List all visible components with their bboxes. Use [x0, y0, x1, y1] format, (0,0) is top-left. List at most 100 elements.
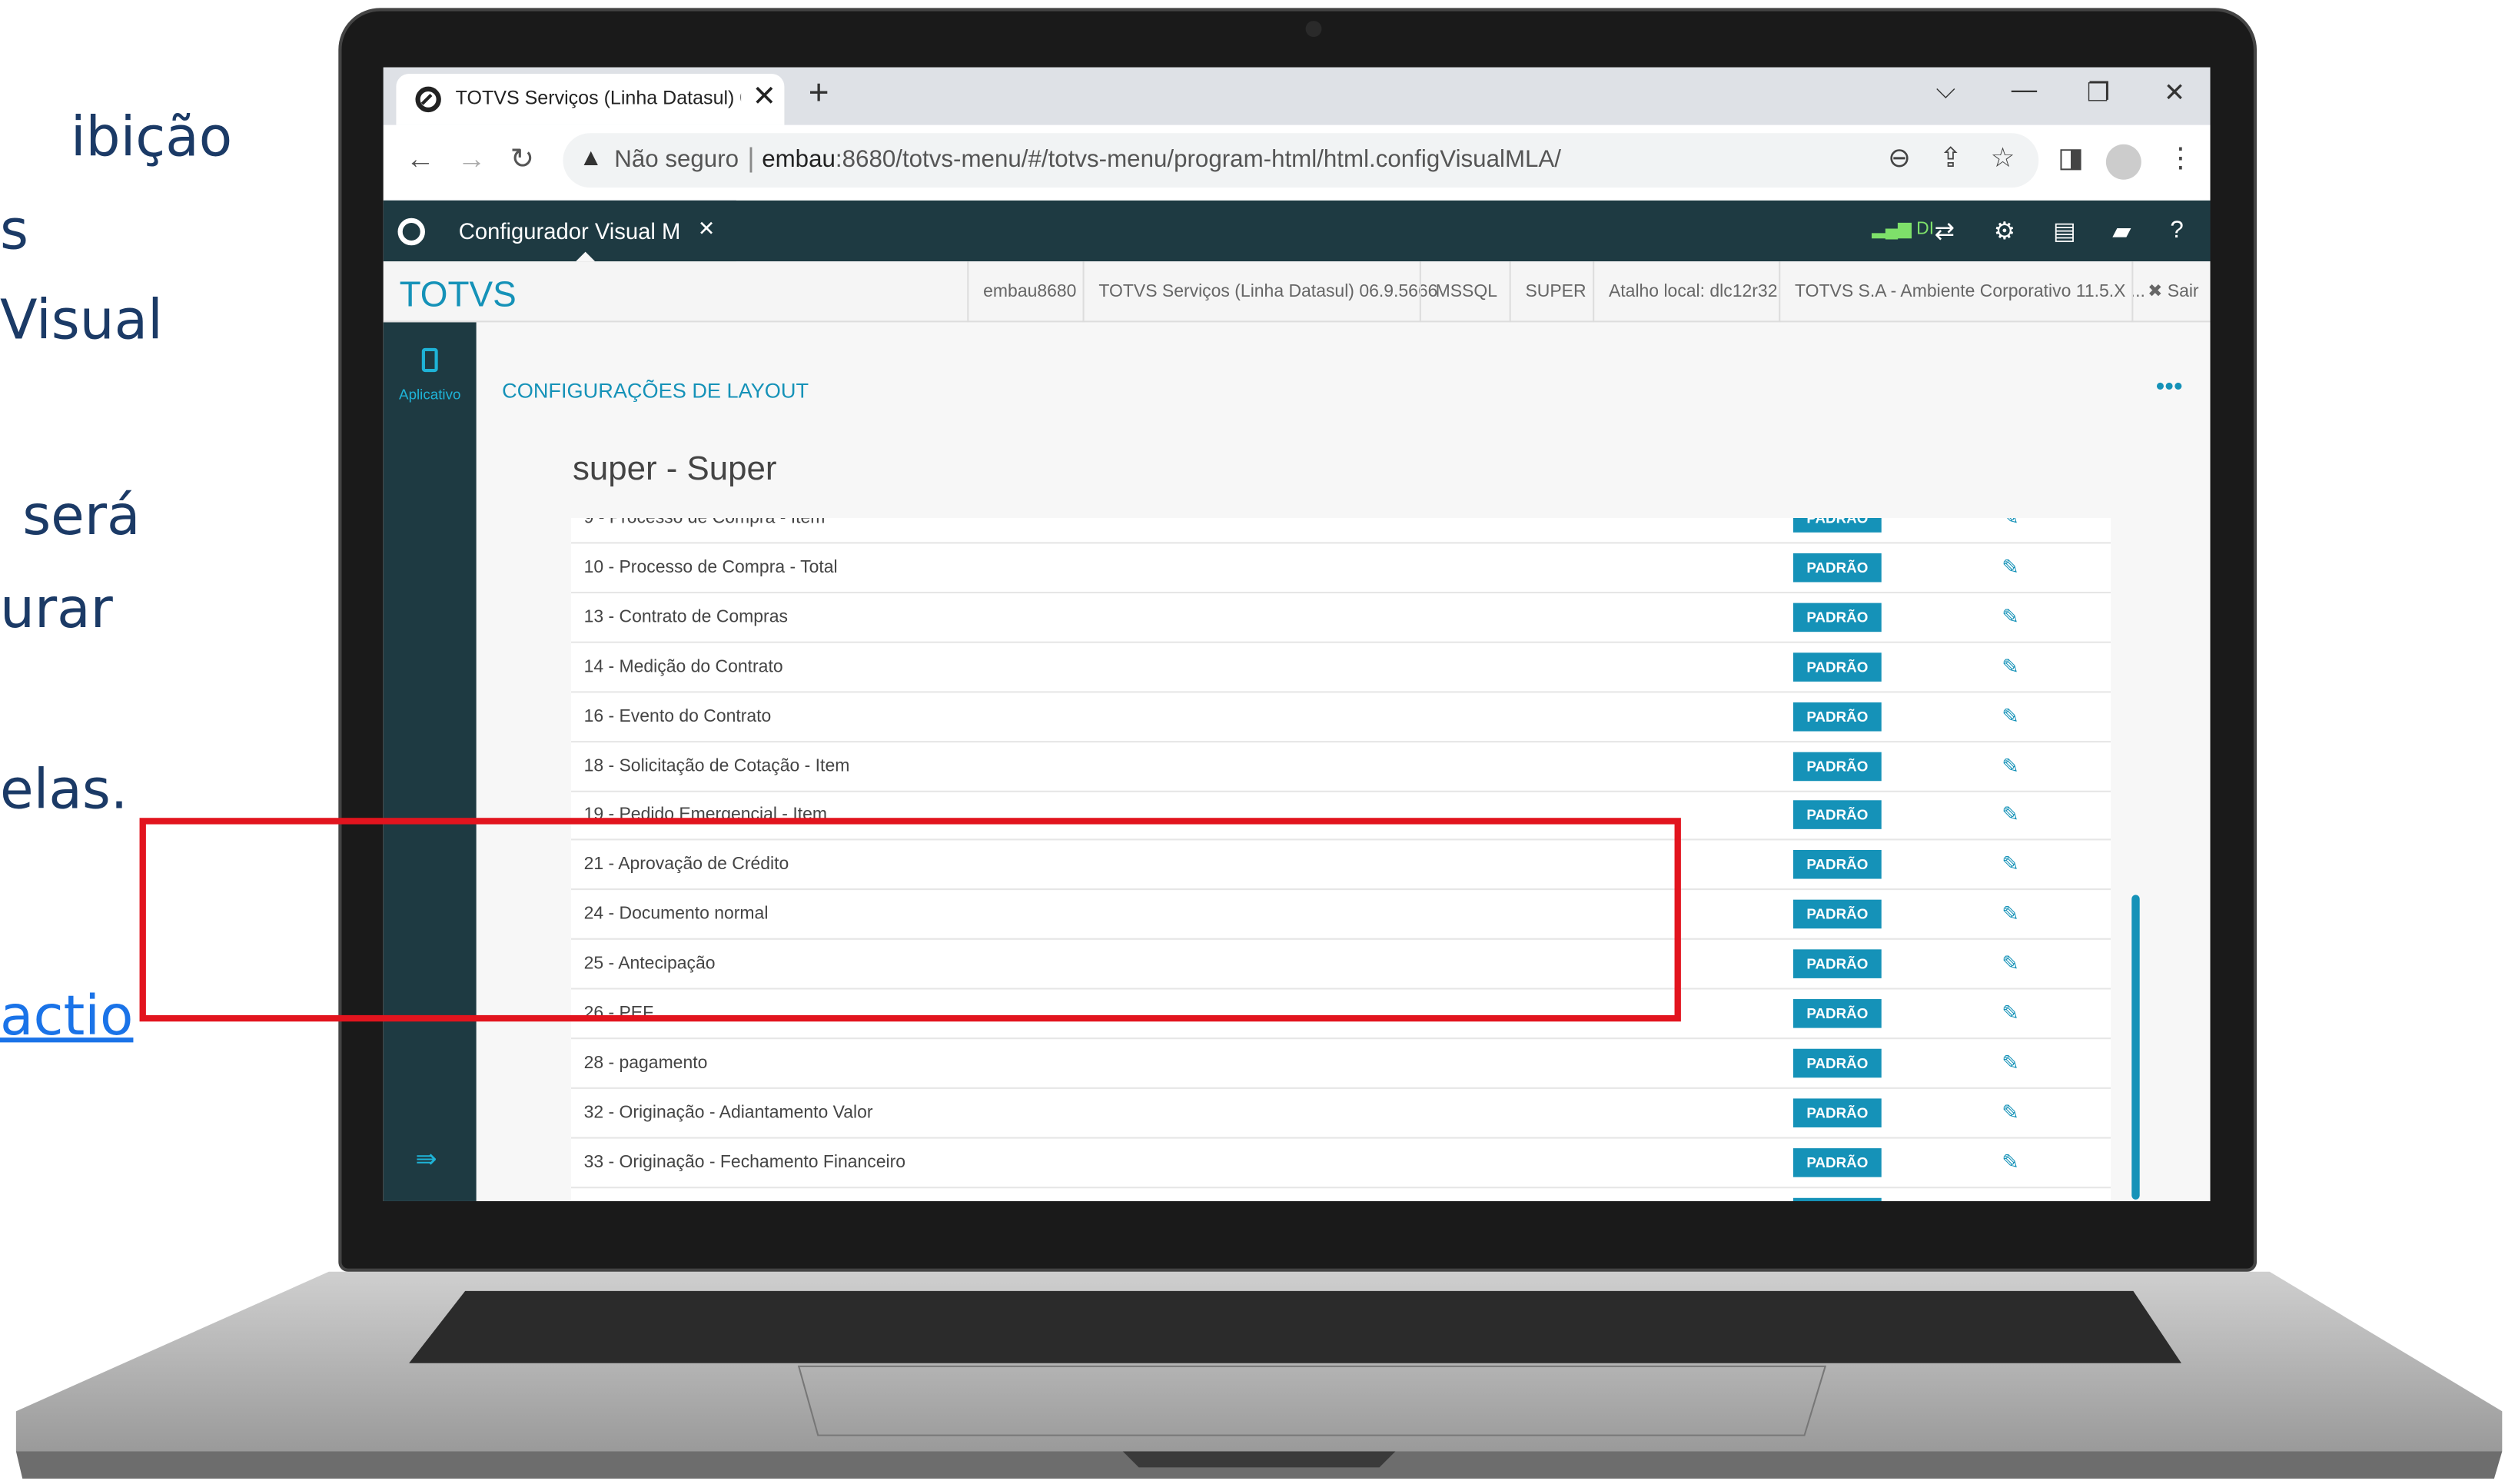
tab-caret	[576, 251, 596, 262]
forward-button[interactable]: →	[457, 143, 487, 177]
info-shortcut: Atalho local: dlc12r32	[1593, 261, 1792, 323]
mobile-app-icon[interactable]	[421, 347, 438, 373]
status-badge: PADRÃO	[1792, 702, 1882, 731]
url-input[interactable]: ▲ Não seguro | embau:8680/totvs-menu/#/t…	[563, 133, 2039, 188]
scrollbar[interactable]	[2131, 895, 2140, 1200]
expand-menu-icon[interactable]: ⇛	[415, 1144, 437, 1176]
signal-label: DI	[1916, 219, 1935, 239]
row-label: 33 - Originação - Fechamento Financeiro	[583, 1152, 906, 1172]
profile-avatar[interactable]	[2105, 144, 2141, 180]
table-row: 28 - pagamento PADRÃO ✎	[570, 1039, 2111, 1089]
signal-bars-icon: ▂▄▆	[1872, 219, 1912, 239]
edit-pencil-icon[interactable]: ✎	[2002, 951, 2019, 977]
info-product: TOTVS Serviços (Linha Datasul) 06.9.5666	[1082, 261, 1453, 323]
table-row: 18 - Solicitação de Cotação - Item PADRÃO…	[570, 742, 2111, 792]
security-label: Não seguro	[614, 145, 739, 174]
row-label: 16 - Evento do Contrato	[583, 706, 772, 726]
bookmark-star-icon[interactable]: ☆	[1991, 143, 2015, 175]
webcam	[1305, 21, 1322, 37]
table-row: 10 - Processo de Compra - Total PADRÃO ✎	[570, 543, 2111, 593]
status-badge: PADRÃO	[1792, 518, 1882, 533]
edit-pencil-icon[interactable]: ✎	[2002, 852, 2019, 878]
info-database: MSSQL	[1419, 261, 1512, 323]
close-window-button[interactable]: ✕	[2164, 77, 2185, 109]
shuffle-icon[interactable]: ⇄	[1935, 217, 1955, 245]
totvs-logo-icon	[397, 217, 425, 246]
browser-tab-strip: TOTVS Serviços (Linha Datasul) 0 ✕ + ⌵ —…	[383, 67, 2211, 125]
new-tab-button[interactable]: +	[809, 72, 829, 114]
table-row: 13 - Contrato de Compras PADRÃO ✎	[570, 593, 2111, 643]
sidebar-item-label[interactable]: Aplicativo	[384, 387, 477, 403]
table-row: 16 - Evento do Contrato PADRÃO ✎	[570, 692, 2111, 742]
address-bar-row: ← → ↻ ▲ Não seguro | embau:8680/totvs-me…	[383, 124, 2211, 201]
row-label: 9 - Processo de Compra - Item	[583, 518, 826, 528]
slide: ibição s Visual será urar elas. actio TO…	[0, 0, 2515, 1484]
status-badge: PADRÃO	[1792, 1097, 1882, 1127]
info-user: SUPER	[1509, 261, 1601, 323]
browser-tab-title: TOTVS Serviços (Linha Datasul) 0	[455, 86, 742, 109]
close-tab-icon[interactable]: ✕	[753, 80, 776, 114]
info-bar: TOTVS embau8680 TOTVS Serviços (Linha Da…	[383, 261, 2211, 323]
edit-pencil-icon[interactable]: ✎	[2002, 1199, 2019, 1201]
edit-pencil-icon[interactable]: ✎	[2002, 901, 2019, 927]
menu-kebab-icon[interactable]: ⋮	[2167, 143, 2194, 175]
status-badge: PADRÃO	[1792, 652, 1882, 682]
info-host: embau8680	[967, 261, 1091, 323]
tab-search-icon[interactable]: ⌵	[1936, 77, 1955, 106]
document-icon[interactable]: ▤	[2053, 217, 2076, 245]
edit-pencil-icon[interactable]: ✎	[2002, 753, 2019, 779]
row-label: 10 - Processo de Compra - Total	[583, 557, 838, 577]
status-badge: PADRÃO	[1792, 801, 1882, 830]
sidebar: Aplicativo ⇛	[383, 322, 477, 1201]
zoom-icon[interactable]: ⊖	[1888, 143, 1911, 175]
status-badge: PADRÃO	[1792, 553, 1882, 583]
status-badge: PADRÃO	[1792, 900, 1882, 929]
back-button[interactable]: ←	[406, 143, 435, 177]
share-icon[interactable]: ⇪	[1939, 143, 1962, 175]
app-header: Configurador Visual M ✕ ▂▄▆ DI ⇄ ⚙ ▤ ▰ ?	[383, 200, 2211, 262]
info-environment: TOTVS S.A - Ambiente Corporativo 11.5.X …	[1779, 261, 2160, 323]
edit-pencil-icon[interactable]: ✎	[2002, 1100, 2019, 1125]
edit-pencil-icon[interactable]: ✎	[2002, 703, 2019, 729]
warning-icon: ▲	[579, 144, 603, 172]
chat-icon[interactable]: ▰	[2112, 217, 2131, 245]
browser-tab[interactable]: TOTVS Serviços (Linha Datasul) 0 ✕	[396, 73, 785, 125]
table-row: 9 - Processo de Compra - Item PADRÃO ✎	[570, 518, 2111, 544]
status-badge: PADRÃO	[1792, 1147, 1882, 1177]
exit-button[interactable]: ✖ Sair	[2131, 261, 2210, 323]
gear-icon[interactable]: ⚙	[1994, 217, 2015, 245]
main-content: CONFIGURAÇÕES DE LAYOUT ••• super - Supe…	[476, 322, 2211, 1201]
profile-heading: super - Super	[572, 450, 777, 488]
close-app-tab-icon[interactable]: ✕	[698, 217, 716, 242]
edit-pencil-icon[interactable]: ✎	[2002, 654, 2019, 679]
side-panel-icon[interactable]: ◨	[2058, 143, 2084, 175]
totvs-logo: TOTVS	[399, 274, 517, 314]
reload-button[interactable]: ↻	[510, 143, 534, 177]
browser-window: TOTVS Serviços (Linha Datasul) 0 ✕ + ⌵ —…	[383, 67, 2211, 1201]
table-row: 32 - Originação - Adiantamento Valor PADR…	[570, 1088, 2111, 1139]
edit-pencil-icon[interactable]: ✎	[2002, 802, 2019, 828]
restore-button[interactable]: ❐	[2087, 77, 2110, 109]
section-title: CONFIGURAÇÕES DE LAYOUT	[502, 378, 809, 403]
status-badge: PADRÃO	[1792, 603, 1882, 632]
table-row: 33 - Originação - Fechamento Financeiro P…	[570, 1138, 2111, 1188]
totvs-favicon-icon	[415, 86, 441, 113]
edit-pencil-icon[interactable]: ✎	[2002, 555, 2019, 580]
status-badge: PADRÃO	[1792, 949, 1882, 979]
status-badge: PADRÃO	[1792, 999, 1882, 1028]
edit-pencil-icon[interactable]: ✎	[2002, 1150, 2019, 1175]
edit-pencil-icon[interactable]: ✎	[2002, 1051, 2019, 1076]
edit-pencil-icon[interactable]: ✎	[2002, 518, 2019, 531]
edit-pencil-icon[interactable]: ✎	[2002, 604, 2019, 629]
url-text: embau:8680/totvs-menu/#/totvs-menu/progr…	[762, 145, 1562, 174]
more-options-icon[interactable]: •••	[2156, 373, 2183, 403]
app-tab-label: Configurador Visual M	[458, 217, 681, 244]
help-icon[interactable]: ?	[2170, 217, 2183, 244]
url-separator: |	[747, 142, 755, 174]
row-label: 32 - Originação - Adiantamento Valor	[583, 1103, 873, 1123]
edit-pencil-icon[interactable]: ✎	[2002, 1001, 2019, 1026]
minimize-button[interactable]: —	[2012, 77, 2037, 106]
table-row: 14 - Medição do Contrato PADRÃO ✎	[570, 642, 2111, 692]
app-tab[interactable]: Configurador Visual M ✕	[383, 200, 736, 262]
status-badge: PADRÃO	[1792, 1197, 1882, 1201]
